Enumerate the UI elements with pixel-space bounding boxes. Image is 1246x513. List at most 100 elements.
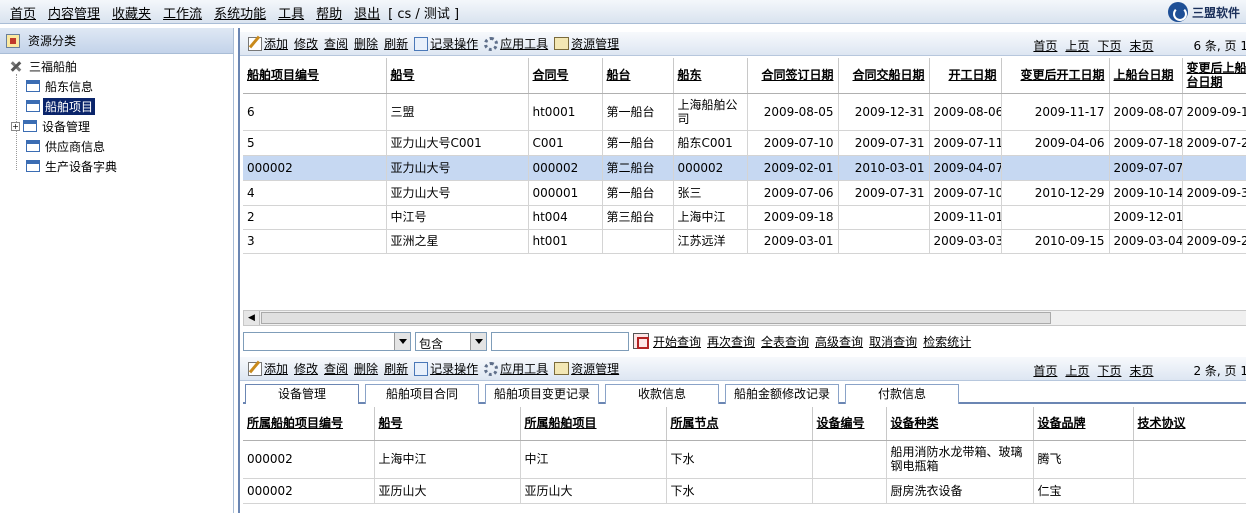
add-button[interactable]: 添加: [248, 35, 288, 52]
view-button[interactable]: 查阅: [324, 35, 348, 52]
menu-workflow[interactable]: 工作流: [163, 3, 202, 22]
refresh-button[interactable]: 刷新: [384, 35, 408, 52]
tree-item-supplier[interactable]: 供应商信息: [26, 137, 107, 155]
table-cell: 5: [243, 130, 387, 156]
tree-item-ship-project[interactable]: 船舶项目: [26, 97, 96, 115]
col-node[interactable]: 所属节点: [666, 407, 813, 441]
modify-button[interactable]: 修改: [294, 35, 318, 52]
col-equipment-type[interactable]: 设备种类: [886, 407, 1034, 441]
tree-root[interactable]: 三福船舶: [8, 57, 79, 75]
tab-payment-info[interactable]: 付款信息: [845, 384, 959, 404]
col-contract-sign-date[interactable]: 合同签订日期: [747, 58, 839, 94]
search-operator-select[interactable]: 包含: [415, 331, 487, 351]
table-row[interactable]: 3 亚洲之星 ht001 江苏远洋 2009-03-01 2009-03-03 2010-0…: [243, 229, 1246, 254]
tab-ship-project-changes[interactable]: 船舶项目变更记录: [485, 384, 599, 404]
app-tools-button[interactable]: 应用工具: [484, 35, 548, 52]
table-row[interactable]: 6 三盟 ht0001 第一船台 上海船舶公司 2009-08-05 2009-12-31 2…: [243, 93, 1246, 131]
search-value-input[interactable]: [491, 331, 629, 351]
col-berth[interactable]: 船台: [602, 58, 674, 94]
cancel-query-link[interactable]: 取消查询: [869, 333, 917, 350]
requery-link[interactable]: 再次查询: [707, 333, 755, 350]
col-tech-agreement[interactable]: 技术协议: [1133, 407, 1246, 441]
menu-system-functions[interactable]: 系统功能: [214, 3, 266, 22]
find-icon[interactable]: [633, 333, 649, 349]
detail-modify-button[interactable]: 修改: [294, 360, 318, 377]
menu-logout[interactable]: 退出: [354, 3, 380, 22]
col-contract-no[interactable]: 合同号: [528, 58, 603, 94]
gear-icon: [484, 361, 499, 376]
advanced-query-link[interactable]: 高级查询: [815, 333, 863, 350]
table-row[interactable]: 000002 亚历山大 亚历山大 下水 厨房洗衣设备 仁宝: [243, 478, 1246, 504]
table-row[interactable]: 000002 亚力山大号 000002 第二船台 000002 2009-02-01 201…: [243, 155, 1246, 181]
search-field-select[interactable]: [243, 331, 411, 351]
col-ship-no[interactable]: 船号: [374, 407, 521, 441]
table-row[interactable]: 000002 上海中江 中江 下水 船用消防水龙带箱、玻璃钢电瓶箱 腾飞: [243, 440, 1246, 479]
table-row[interactable]: 5 亚力山大号C001 C001 第一船台 船东C001 2009-07-10 2009-0…: [243, 130, 1246, 156]
table-cell: ht0001: [528, 93, 603, 131]
horizontal-scrollbar[interactable]: ◀: [243, 310, 1246, 326]
resource-mgmt-button[interactable]: 资源管理: [554, 35, 619, 52]
tree-item-label: 供应商信息: [45, 139, 106, 154]
tab-ship-project-contract[interactable]: 船舶项目合同: [365, 384, 479, 404]
tab-receipt-info[interactable]: 收款信息: [605, 384, 719, 404]
next-page-link[interactable]: 下页: [1097, 37, 1121, 54]
scroll-thumb[interactable]: [261, 312, 1051, 324]
table-row[interactable]: 4 亚力山大号 000001 第一船台 张三 2009-07-06 2009-07-31 20…: [243, 180, 1246, 206]
table-cell: 000002: [528, 155, 603, 181]
col-equipment-no[interactable]: 设备编号: [812, 407, 887, 441]
col-parent-project-no[interactable]: 所属船舶项目编号: [243, 407, 375, 441]
last-page-link[interactable]: 末页: [1129, 37, 1153, 54]
record-ops-label: 记录操作: [430, 37, 479, 51]
col-start-date[interactable]: 开工日期: [929, 58, 1002, 94]
col-contract-delivery-date[interactable]: 合同交船日期: [838, 58, 930, 94]
table-cell: 2009-09-30: [1182, 180, 1246, 206]
menu-content-management[interactable]: 内容管理: [48, 3, 100, 22]
detail-add-button[interactable]: 添加: [248, 360, 288, 377]
window-icon: [26, 160, 40, 172]
tree-item-equipment[interactable]: + 设备管理: [11, 117, 92, 135]
col-changed-start-date[interactable]: 变更后开工日期: [1001, 58, 1110, 94]
tree-item-equipment-dictionary[interactable]: 生产设备字典: [26, 157, 119, 175]
first-page-link[interactable]: 首页: [1033, 37, 1057, 54]
menu-favorites[interactable]: 收藏夹: [112, 3, 151, 22]
col-changed-on-berth-date[interactable]: 变更后上船台日期: [1182, 58, 1246, 94]
expand-plus-icon[interactable]: +: [11, 121, 20, 131]
table-cell: 三盟: [386, 93, 529, 131]
table-row[interactable]: 2 中江号 ht004 第三船台 上海中江 2009-09-18 2009-11-01 200…: [243, 205, 1246, 230]
detail-refresh-button[interactable]: 刷新: [384, 360, 408, 377]
table-cell: 第一船台: [602, 93, 674, 131]
last-page-link[interactable]: 末页: [1129, 362, 1153, 379]
prev-page-link[interactable]: 上页: [1065, 37, 1089, 54]
tab-amount-change-records[interactable]: 船舶金额修改记录: [725, 384, 839, 404]
chevron-down-icon[interactable]: [394, 332, 410, 350]
chevron-down-icon[interactable]: [470, 332, 486, 350]
table-cell: [1182, 205, 1246, 230]
detail-app-tools-button[interactable]: 应用工具: [484, 360, 548, 377]
detail-record-ops-button[interactable]: 记录操作: [414, 360, 478, 377]
table-cell: 2009-08-06: [929, 93, 1002, 131]
col-parent-project[interactable]: 所属船舶项目: [520, 407, 667, 441]
menu-tools[interactable]: 工具: [278, 3, 304, 22]
col-project-no[interactable]: 船舶项目编号: [243, 58, 387, 94]
scroll-left-arrow-icon[interactable]: ◀: [244, 311, 260, 325]
col-ship-no[interactable]: 船号: [386, 58, 529, 94]
detail-resource-mgmt-button[interactable]: 资源管理: [554, 360, 619, 377]
detail-view-button[interactable]: 查阅: [324, 360, 348, 377]
menu-home[interactable]: 首页: [10, 3, 36, 22]
col-equipment-brand[interactable]: 设备品牌: [1033, 407, 1134, 441]
start-query-link[interactable]: 开始查询: [653, 333, 701, 350]
col-on-berth-date[interactable]: 上船台日期: [1109, 58, 1183, 94]
tab-equipment-management[interactable]: 设备管理: [245, 384, 359, 404]
table-cell: 2010-09-15: [1001, 229, 1110, 254]
record-ops-button[interactable]: 记录操作: [414, 35, 478, 52]
full-table-query-link[interactable]: 全表查询: [761, 333, 809, 350]
tree-item-shipowner[interactable]: 船东信息: [26, 77, 95, 95]
search-stats-link[interactable]: 检索统计: [923, 333, 971, 350]
first-page-link[interactable]: 首页: [1033, 362, 1057, 379]
next-page-link[interactable]: 下页: [1097, 362, 1121, 379]
col-shipowner[interactable]: 船东: [673, 58, 748, 94]
menu-help[interactable]: 帮助: [316, 3, 342, 22]
delete-button[interactable]: 删除: [354, 35, 378, 52]
detail-delete-button[interactable]: 删除: [354, 360, 378, 377]
prev-page-link[interactable]: 上页: [1065, 362, 1089, 379]
